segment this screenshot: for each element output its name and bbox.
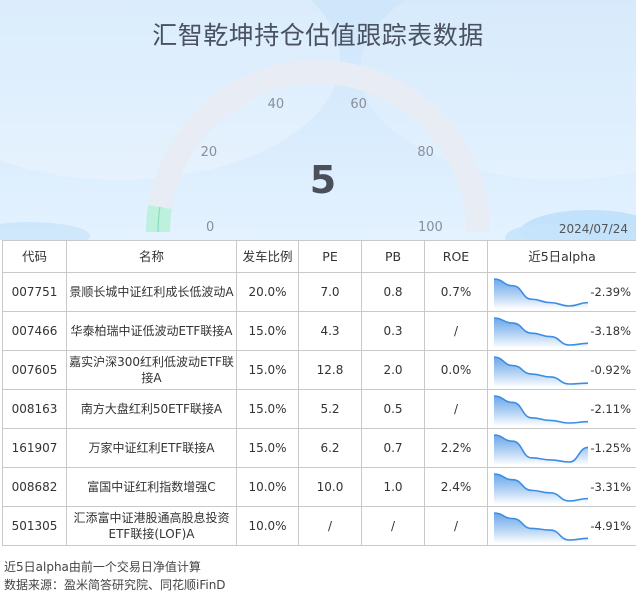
cell-alpha: -3.18%: [487, 311, 636, 351]
alpha-value: -3.18%: [590, 324, 631, 338]
cell-pe: 4.3: [298, 311, 362, 351]
column-header-alpha: 近5日alpha: [487, 240, 636, 273]
alpha-sparkline: [493, 433, 589, 465]
column-header-pe: PE: [298, 240, 362, 273]
cell-code: 008163: [2, 389, 67, 429]
cell-roe: 0.7%: [424, 272, 488, 312]
table-row: 008682 富国中证红利指数增强C 10.0% 10.0 1.0 2.4% -3.31%: [2, 467, 636, 507]
cell-ratio: 10.0%: [236, 467, 299, 507]
alpha-sparkline: [493, 511, 589, 543]
header-banner: 汇智乾坤持仓估值跟踪表数据 5 0 20 40 60 80 100 2024/0…: [0, 0, 636, 240]
cell-fund-name: 汇添富中证港股通高股息投资ETF联接(LOF)A: [66, 506, 237, 546]
alpha-sparkline: [493, 316, 589, 348]
cell-ratio: 15.0%: [236, 350, 299, 390]
table-row: 007605 嘉实沪深300红利低波动ETF联接A 15.0% 12.8 2.0 0.0%…: [2, 350, 636, 390]
cell-pe: 10.0: [298, 467, 362, 507]
cell-ratio: 15.0%: [236, 311, 299, 351]
column-header-pb: PB: [361, 240, 425, 273]
sparkline-area: [494, 356, 588, 387]
table-row: 161907 万家中证红利ETF联接A 15.0% 6.2 0.7 2.2% -1.25%: [2, 428, 636, 468]
cell-pb: 0.7: [361, 428, 425, 468]
table-header-row: 代码 名称 发车比例 PE PB ROE 近5日alpha: [2, 240, 636, 273]
cell-alpha: -3.31%: [487, 467, 636, 507]
gauge-tick-label: 20: [200, 145, 218, 161]
cell-fund-name: 南方大盘红利50ETF联接A: [66, 389, 237, 429]
table-row: 007466 华泰柏瑞中证低波动ETF联接A 15.0% 4.3 0.3/ -3.18%: [2, 311, 636, 351]
table-body: 007751 景顺长城中证红利成长低波动A 20.0% 7.0 0.8 0.7% -2.39…: [2, 272, 636, 546]
cell-pb: /: [361, 506, 425, 546]
column-header-name: 名称: [66, 240, 237, 273]
holdings-table: 代码 名称 发车比例 PE PB ROE 近5日alpha 007751 景顺长城…: [2, 240, 636, 546]
cell-pb: 0.8: [361, 272, 425, 312]
cell-roe: 2.4%: [424, 467, 488, 507]
footnote-alpha-method: 近5日alpha由前一个交易日净值计算: [4, 560, 201, 574]
gauge-tick-label: 40: [267, 96, 285, 112]
cell-code: 007751: [2, 272, 67, 312]
cell-ratio: 15.0%: [236, 428, 299, 468]
cell-roe: 2.2%: [424, 428, 488, 468]
cell-pe: /: [298, 506, 362, 546]
cell-pb: 0.5: [361, 389, 425, 429]
cell-fund-name: 景顺长城中证红利成长低波动A: [66, 272, 237, 312]
alpha-sparkline: [493, 355, 589, 387]
column-header-code: 代码: [2, 240, 67, 273]
column-header-ratio: 发车比例: [236, 240, 299, 273]
cell-pe: 12.8: [298, 350, 362, 390]
alpha-sparkline: [493, 394, 589, 426]
cell-ratio: 20.0%: [236, 272, 299, 312]
gauge-tick-label: 100: [418, 220, 443, 235]
data-date: 2024/07/24: [558, 222, 628, 236]
table-row: 008163 南方大盘红利50ETF联接A 15.0% 5.2 0.5/ -2.11%: [2, 389, 636, 429]
cell-alpha: -0.92%: [487, 350, 636, 390]
cell-roe: /: [424, 311, 488, 351]
gauge-tick-label: 0: [206, 220, 215, 235]
valuation-gauge: [146, 60, 490, 233]
column-header-roe: ROE: [424, 240, 488, 273]
alpha-value: -1.25%: [590, 441, 631, 455]
cell-roe: /: [424, 389, 488, 429]
cell-code: 161907: [2, 428, 67, 468]
cell-pe: 5.2: [298, 389, 362, 429]
gauge-tick-label: 80: [417, 145, 434, 161]
cell-pe: 7.0: [298, 272, 362, 312]
table-row: 007751 景顺长城中证红利成长低波动A 20.0% 7.0 0.8 0.7% -2.39…: [2, 272, 636, 312]
cell-fund-name: 富国中证红利指数增强C: [66, 467, 237, 507]
sparkline-area: [494, 395, 588, 426]
cell-alpha: -2.39%: [487, 272, 636, 312]
gauge-tick-label: 60: [350, 96, 367, 112]
cell-alpha: -1.25%: [487, 428, 636, 468]
cell-code: 007466: [2, 311, 67, 351]
cell-fund-name: 华泰柏瑞中证低波动ETF联接A: [66, 311, 237, 351]
cell-pb: 0.3: [361, 311, 425, 351]
alpha-sparkline: [493, 472, 589, 504]
cell-code: 007605: [2, 350, 67, 390]
cell-ratio: 10.0%: [236, 506, 299, 546]
cell-code: 008682: [2, 467, 67, 507]
gauge-value: 5: [309, 158, 337, 202]
alpha-value: -0.92%: [590, 363, 631, 377]
cell-roe: 0.0%: [424, 350, 488, 390]
table-row: 501305 汇添富中证港股通高股息投资ETF联接(LOF)A 10.0% / / / -4…: [2, 506, 636, 546]
alpha-sparkline: [493, 277, 589, 309]
cell-pe: 6.2: [298, 428, 362, 468]
cell-code: 501305: [2, 506, 67, 546]
cell-roe: /: [424, 506, 488, 546]
alpha-value: -2.11%: [590, 402, 631, 416]
alpha-value: -4.91%: [590, 519, 631, 533]
footnote-data-source: 数据来源：盈米简答研究院、同花顺iFinD: [4, 578, 226, 592]
cell-pb: 1.0: [361, 467, 425, 507]
cell-pb: 2.0: [361, 350, 425, 390]
cell-fund-name: 嘉实沪深300红利低波动ETF联接A: [66, 350, 237, 390]
cell-fund-name: 万家中证红利ETF联接A: [66, 428, 237, 468]
cell-ratio: 15.0%: [236, 389, 299, 429]
alpha-value: -3.31%: [590, 480, 631, 494]
cell-alpha: -4.91%: [487, 506, 636, 546]
alpha-value: -2.39%: [590, 285, 631, 299]
sparkline-area: [494, 278, 588, 309]
cell-alpha: -2.11%: [487, 389, 636, 429]
